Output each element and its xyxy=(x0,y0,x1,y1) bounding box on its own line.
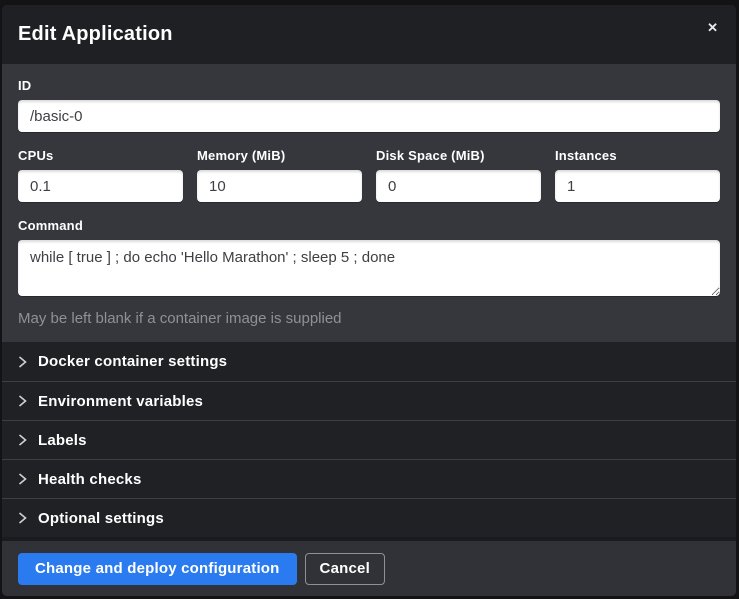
section-label: Optional settings xyxy=(38,510,164,527)
section-label: Health checks xyxy=(38,471,141,488)
section-labels[interactable]: Labels xyxy=(2,420,736,459)
modal-header: Edit Application ✕ xyxy=(2,5,736,64)
command-label: Command xyxy=(18,218,720,233)
id-field-block: ID xyxy=(18,78,720,132)
close-icon[interactable]: ✕ xyxy=(703,17,722,38)
cancel-button[interactable]: Cancel xyxy=(305,553,385,585)
instances-input[interactable] xyxy=(555,170,720,202)
accordion-sections: Docker container settings Environment va… xyxy=(2,342,736,541)
command-field-block: Command while [ true ] ; do echo 'Hello … xyxy=(18,218,720,327)
memory-label: Memory (MiB) xyxy=(197,148,362,163)
chevron-right-icon xyxy=(18,356,27,368)
disk-label: Disk Space (MiB) xyxy=(376,148,541,163)
cpus-field-block: CPUs xyxy=(18,148,183,202)
section-label: Labels xyxy=(38,432,87,449)
edit-application-modal: Edit Application ✕ ID CPUs Memory (MiB) … xyxy=(2,5,736,596)
chevron-right-icon xyxy=(18,512,27,524)
id-input[interactable] xyxy=(18,100,720,132)
application-form: ID CPUs Memory (MiB) Disk Space (MiB) In… xyxy=(2,64,736,342)
chevron-right-icon xyxy=(18,395,27,407)
modal-title: Edit Application xyxy=(18,23,173,46)
command-help-text: May be left blank if a container image i… xyxy=(18,310,720,327)
memory-field-block: Memory (MiB) xyxy=(197,148,362,202)
section-health-checks[interactable]: Health checks xyxy=(2,459,736,498)
resources-row: CPUs Memory (MiB) Disk Space (MiB) Insta… xyxy=(18,148,720,202)
section-label: Docker container settings xyxy=(38,353,227,370)
section-environment-variables[interactable]: Environment variables xyxy=(2,381,736,420)
cpus-input[interactable] xyxy=(18,170,183,202)
cpus-label: CPUs xyxy=(18,148,183,163)
disk-field-block: Disk Space (MiB) xyxy=(376,148,541,202)
command-textarea[interactable]: while [ true ] ; do echo 'Hello Marathon… xyxy=(18,240,720,296)
section-optional-settings[interactable]: Optional settings xyxy=(2,498,736,537)
chevron-right-icon xyxy=(18,473,27,485)
section-label: Environment variables xyxy=(38,393,203,410)
modal-footer: Change and deploy configuration Cancel xyxy=(2,541,736,596)
memory-input[interactable] xyxy=(197,170,362,202)
disk-input[interactable] xyxy=(376,170,541,202)
id-label: ID xyxy=(18,78,720,93)
chevron-right-icon xyxy=(18,434,27,446)
instances-label: Instances xyxy=(555,148,720,163)
section-docker-container-settings[interactable]: Docker container settings xyxy=(2,342,736,381)
instances-field-block: Instances xyxy=(555,148,720,202)
change-and-deploy-button[interactable]: Change and deploy configuration xyxy=(18,553,297,585)
